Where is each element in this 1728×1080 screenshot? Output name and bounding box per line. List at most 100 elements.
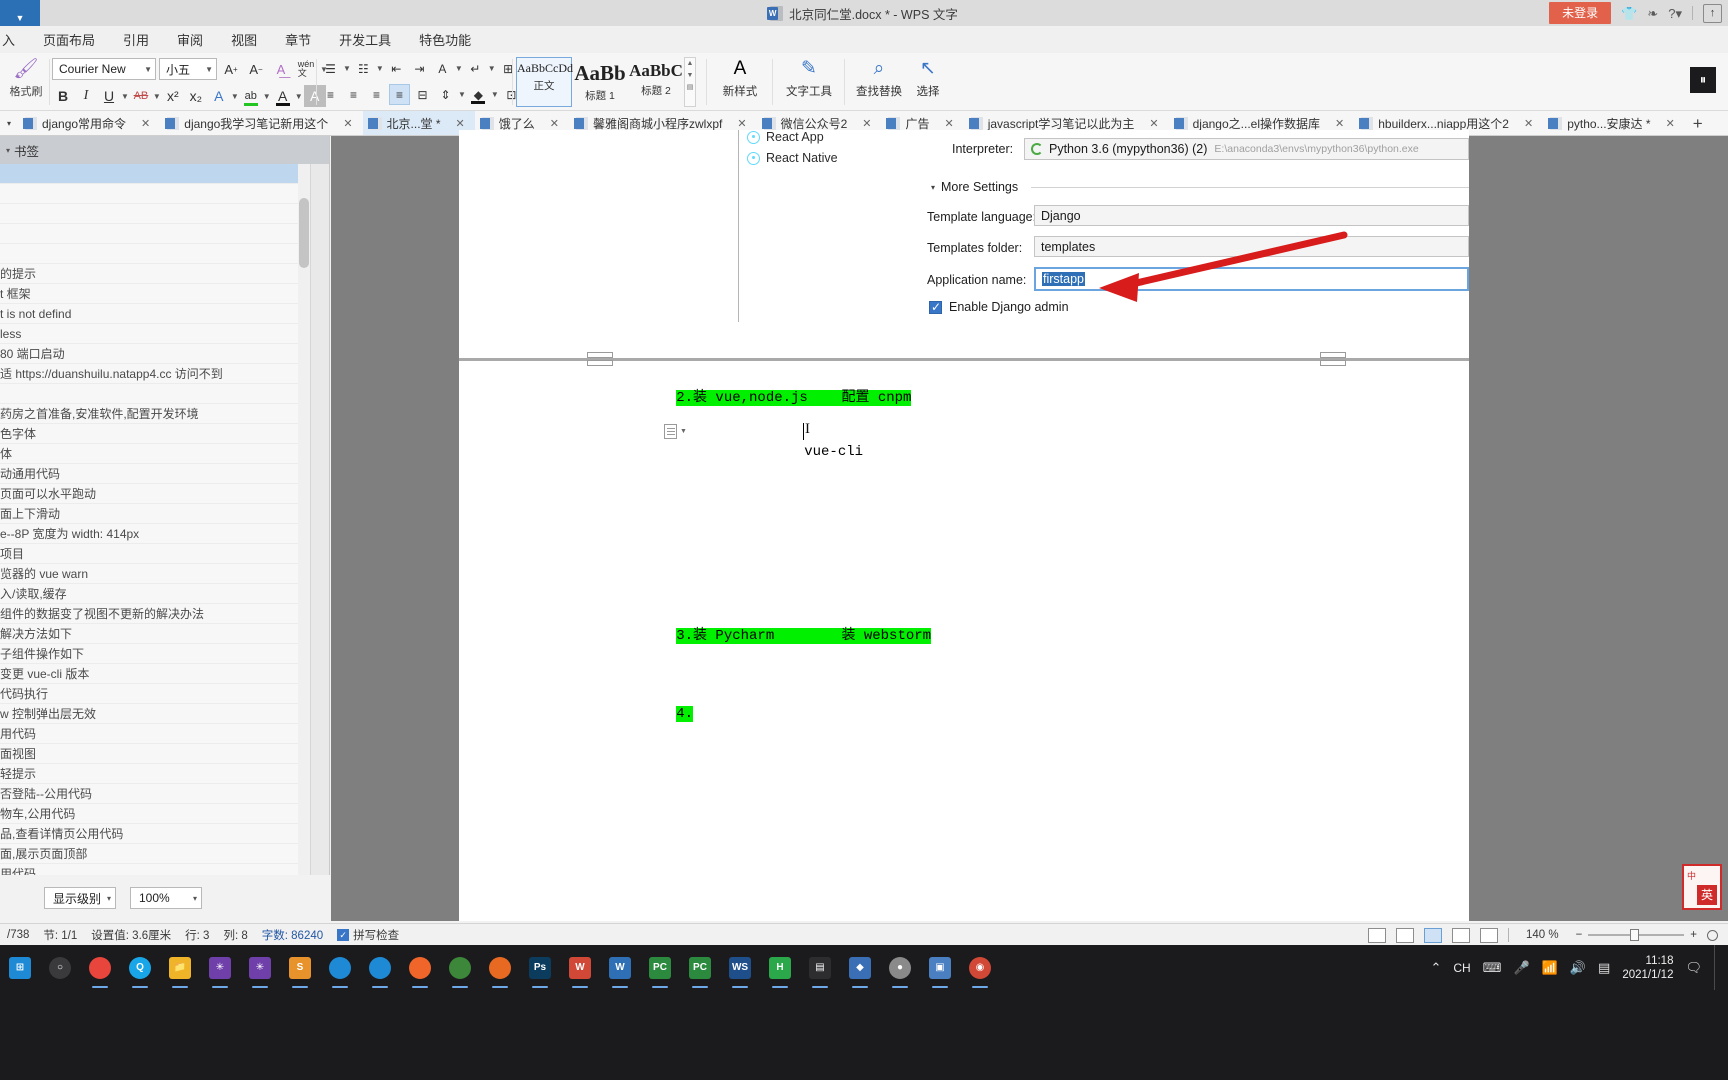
close-icon[interactable]: ✕ xyxy=(934,117,960,130)
menu-item-sections[interactable]: 章节 xyxy=(271,26,325,53)
chevron-down-icon[interactable]: ▼ xyxy=(121,92,129,101)
bookmark-item[interactable]: 用代码 xyxy=(0,724,311,744)
align-right-icon[interactable]: ≡ xyxy=(366,84,387,105)
bookmark-item[interactable]: 药房之首准备,安准软件,配置开发环境 xyxy=(0,404,311,424)
enable-django-admin-checkbox[interactable]: Enable Django admin xyxy=(929,300,1069,314)
zoom-in-button[interactable]: + xyxy=(1690,929,1697,941)
bookmark-item[interactable]: 入/读取,缓存 xyxy=(0,584,311,604)
bookmark-item[interactable] xyxy=(0,244,311,264)
taskbar-postman[interactable] xyxy=(400,945,440,990)
bookmark-item[interactable]: t 框架 xyxy=(0,284,311,304)
status-spellcheck[interactable]: ✓ 拼写检查 xyxy=(330,927,406,943)
help-icon[interactable]: ?▾ xyxy=(1668,7,1682,20)
subscript-button[interactable]: x₂ xyxy=(185,85,207,107)
bookmark-item[interactable]: less xyxy=(0,324,311,344)
strikethrough-button[interactable]: AB xyxy=(130,85,152,107)
document-tab-10[interactable]: pytho...安康达 * ✕ xyxy=(1543,111,1685,135)
taskbar-browser-2[interactable] xyxy=(360,945,400,990)
font-size-combobox[interactable]: 小五 ▼ xyxy=(159,58,217,80)
navigation-zoom-dropdown[interactable]: 100% ▾ xyxy=(130,887,202,909)
zoom-slider-knob[interactable] xyxy=(1630,929,1640,941)
bookmark-item[interactable]: 变更 vue-cli 版本 xyxy=(0,664,311,684)
bookmark-item[interactable]: 物车,公用代码 xyxy=(0,804,311,824)
menu-item-references[interactable]: 引用 xyxy=(109,26,163,53)
chevron-down-icon[interactable]: ▾ xyxy=(2,146,14,155)
align-center-icon[interactable]: ≡ xyxy=(343,84,364,105)
taskbar-visual-studio-2[interactable]: ✳ xyxy=(240,945,280,990)
decrease-indent-icon[interactable]: ⇤ xyxy=(386,58,407,79)
chevron-up-icon[interactable]: ⌃ xyxy=(1430,960,1441,976)
volume-icon[interactable]: 🔊 xyxy=(1570,960,1586,976)
taskbar-firefox[interactable] xyxy=(480,945,520,990)
chevron-down-icon[interactable]: ▼ xyxy=(295,92,303,101)
document-page[interactable]: React App React Native Interpreter: Pyth… xyxy=(459,130,1469,921)
shading-icon[interactable]: ◆ xyxy=(468,84,489,105)
taskbar-terminal[interactable]: ▤ xyxy=(800,945,840,990)
select-button[interactable]: ↖ 选择 xyxy=(902,53,954,111)
taskbar-node[interactable] xyxy=(440,945,480,990)
close-icon[interactable]: ✕ xyxy=(333,117,359,130)
styles-scrollbar[interactable]: ▲ ▼ ▤ xyxy=(684,57,696,107)
taskbar-hbuilder[interactable]: H xyxy=(760,945,800,990)
ime-language-button[interactable]: 英 xyxy=(1697,885,1717,905)
taskbar-wps[interactable]: W xyxy=(560,945,600,990)
zoom-slider-track[interactable] xyxy=(1588,929,1685,941)
taskbar-qq-browser[interactable]: Q xyxy=(120,945,160,990)
shrink-font-button[interactable]: A − xyxy=(245,58,267,80)
wechat-icon[interactable]: ❧ xyxy=(1647,7,1658,20)
keyboard-icon[interactable]: ⌨ xyxy=(1483,960,1502,976)
close-icon[interactable]: ✕ xyxy=(540,117,566,130)
taskbar-app-24[interactable]: ▣ xyxy=(920,945,960,990)
menu-item-review[interactable]: 审阅 xyxy=(163,26,217,53)
close-icon[interactable]: ✕ xyxy=(131,117,157,130)
microphone-icon[interactable]: 🎤 xyxy=(1513,960,1529,976)
doc-line-4[interactable]: 4. xyxy=(609,684,694,744)
character-border-icon[interactable]: A xyxy=(208,85,230,107)
bookmark-item[interactable]: 面视图 xyxy=(0,744,311,764)
bookmark-item[interactable]: 代码执行 xyxy=(0,684,311,704)
taskbar-sublime[interactable]: S xyxy=(280,945,320,990)
taskbar-search-button[interactable]: ○ xyxy=(40,945,80,990)
text-tools-button[interactable]: ✎ 文字工具 xyxy=(778,53,840,111)
zoom-out-button[interactable]: − xyxy=(1576,929,1583,941)
pinyin-guide-icon[interactable]: wén 文 xyxy=(295,58,317,80)
scrollbar-thumb[interactable] xyxy=(299,198,309,268)
bookmark-item[interactable] xyxy=(0,384,311,404)
increase-indent-icon[interactable]: ⇥ xyxy=(409,58,430,79)
align-left-icon[interactable]: ≡ xyxy=(320,84,341,105)
new-tab-button[interactable]: + xyxy=(1685,115,1711,132)
chevron-down-icon[interactable]: ▼ xyxy=(231,92,239,101)
bookmark-item[interactable]: e--8P 宽度为 width: 414px xyxy=(0,524,311,544)
menu-item-view[interactable]: 视图 xyxy=(217,26,271,53)
style-heading-2[interactable]: AaBbC 标题 2 xyxy=(628,57,684,107)
status-word-count[interactable]: 字数: 86240 xyxy=(255,927,330,943)
chevron-down-icon[interactable]: ▼ xyxy=(343,64,351,73)
close-icon[interactable]: ✕ xyxy=(1139,117,1165,130)
doc-line-3[interactable]: 3.装 Pycharm 装 webstorm xyxy=(609,606,932,666)
taskbar-chrome[interactable] xyxy=(80,945,120,990)
taskbar-pycharm[interactable]: PC xyxy=(640,945,680,990)
taskbar-clock[interactable]: 11:18 2021/1/12 xyxy=(1622,954,1673,982)
italic-button[interactable]: I xyxy=(75,85,97,107)
more-settings-toggle[interactable]: ▾ More Settings xyxy=(931,180,1018,194)
network-icon[interactable]: 📶 xyxy=(1542,960,1558,976)
document-canvas[interactable]: React App React Native Interpreter: Pyth… xyxy=(331,130,1728,921)
menu-item-page-layout[interactable]: 页面布局 xyxy=(29,26,109,53)
bookmark-item[interactable] xyxy=(0,164,311,184)
taskbar-webstorm[interactable]: WS xyxy=(720,945,760,990)
bookmark-item[interactable]: 面上下滑动 xyxy=(0,504,311,524)
templates-folder-input[interactable]: templates xyxy=(1034,236,1469,257)
underline-button[interactable]: U xyxy=(98,85,120,107)
font-name-combobox[interactable]: Courier New ▼ xyxy=(52,58,156,80)
bookmark-item[interactable]: t is not defind xyxy=(0,304,311,324)
new-style-button[interactable]: A 新样式 xyxy=(712,53,768,111)
menu-item-developer-tools[interactable]: 开发工具 xyxy=(325,26,405,53)
clear-formatting-icon[interactable]: A͟ xyxy=(270,58,292,80)
embedded-screenshot-image[interactable]: React App React Native Interpreter: Pyth… xyxy=(459,130,1469,352)
navigation-scrollbar[interactable] xyxy=(298,164,310,875)
view-button-page[interactable] xyxy=(1367,927,1386,943)
align-justify-icon[interactable]: ≡ xyxy=(389,84,410,105)
close-icon[interactable]: ✕ xyxy=(852,117,878,130)
bold-button[interactable]: B xyxy=(52,85,74,107)
document-tab-1[interactable]: django我学习笔记新用这个 ✕ xyxy=(160,111,362,135)
